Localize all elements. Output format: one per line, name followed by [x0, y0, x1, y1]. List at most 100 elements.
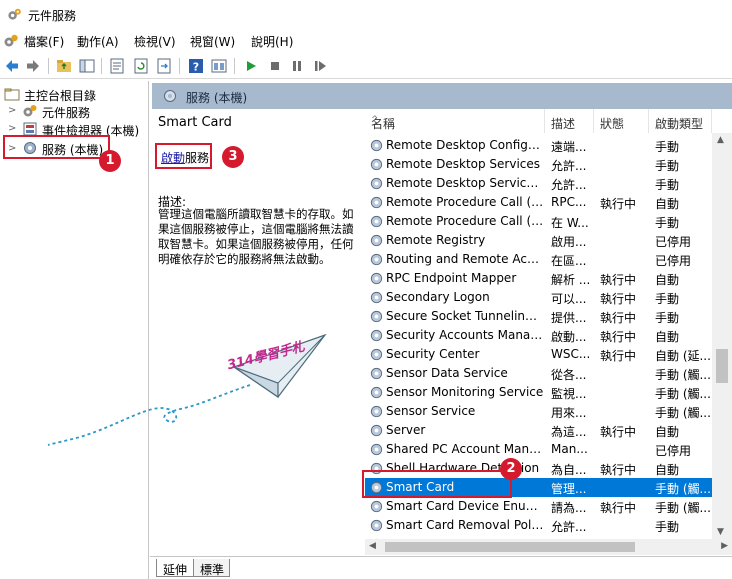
- menu-file[interactable]: 檔案(F): [24, 33, 64, 50]
- console-tree-icon[interactable]: [78, 57, 96, 75]
- description-text: 管理這個電腦所讀取智慧卡的存取。如果這個服務被停止，這個電腦將無法讀取智慧卡。如…: [158, 207, 354, 266]
- up-folder-icon[interactable]: [55, 57, 73, 75]
- service-gear-icon: [370, 272, 383, 285]
- stop-icon[interactable]: [266, 57, 284, 75]
- help-icon[interactable]: ?: [187, 57, 205, 75]
- service-description-cell: 提供...: [551, 311, 587, 325]
- chevron-right-icon[interactable]: >: [8, 143, 16, 154]
- column-header-startup-type[interactable]: 啟動類型: [649, 109, 712, 133]
- table-row[interactable]: Shell Hardware Detection 為自... 執行中 自動: [365, 459, 712, 478]
- pause-icon[interactable]: [288, 57, 306, 75]
- column-header-status[interactable]: 狀態: [594, 109, 649, 133]
- horizontal-scrollbar[interactable]: ◀ ▶: [365, 539, 732, 555]
- table-row[interactable]: Remote Desktop Services 允許... 手動: [365, 155, 712, 174]
- toolbar-separator: [101, 58, 102, 74]
- start-service-suffix: 服務: [185, 151, 210, 165]
- column-header-description[interactable]: 描述: [545, 109, 594, 133]
- horizontal-scroll-thumb[interactable]: [385, 542, 635, 552]
- table-row[interactable]: Remote Desktop Configur... 遠端... 手動: [365, 136, 712, 155]
- start-service-text: 啟動服務: [161, 149, 209, 166]
- service-name-cell: Remote Procedure Call (R...: [386, 214, 544, 228]
- table-row[interactable]: Smart Card 管理... 手動 (觸...: [365, 478, 712, 497]
- table-row[interactable]: Smart Card Removal Policy 允許... 手動: [365, 516, 712, 535]
- service-gear-icon: [370, 291, 383, 304]
- scroll-up-icon[interactable]: ▲: [717, 135, 724, 145]
- chevron-right-icon[interactable]: >: [8, 105, 16, 116]
- service-startup-cell: 手動: [655, 292, 680, 306]
- scroll-left-icon[interactable]: ◀: [369, 541, 376, 551]
- service-status-cell: 執行中: [600, 292, 637, 306]
- view-icon[interactable]: [210, 57, 228, 75]
- service-gear-icon: [370, 405, 383, 418]
- service-name-cell: Security Center: [386, 347, 480, 361]
- table-row[interactable]: Sensor Data Service 從各... 手動 (觸...: [365, 364, 712, 383]
- service-name-cell: Security Accounts Manager: [386, 328, 544, 342]
- tab-extended[interactable]: 延伸: [156, 559, 194, 577]
- service-startup-cell: 手動: [655, 216, 680, 230]
- start-service-link[interactable]: 啟動: [161, 151, 185, 165]
- menu-action[interactable]: 動作(A): [77, 33, 119, 50]
- service-startup-cell: 已停用: [655, 444, 692, 458]
- table-row[interactable]: Security Accounts Manager 啟動... 執行中 自動: [365, 326, 712, 345]
- table-row[interactable]: Secure Socket Tunneling ... 提供... 執行中 手動: [365, 307, 712, 326]
- table-row[interactable]: Shared PC Account Mana... Man... 已停用: [365, 440, 712, 459]
- service-description-cell: 啟動...: [551, 330, 587, 344]
- title-bar: 元件服務: [0, 0, 732, 28]
- table-row[interactable]: Smart Card Device Enume... 請為... 執行中 手動 (觸.…: [365, 497, 712, 516]
- selected-service-name: Smart Card: [158, 115, 232, 130]
- service-description-cell: WSC...: [551, 347, 591, 361]
- table-row[interactable]: Remote Registry 啟用... 已停用: [365, 231, 712, 250]
- restart-icon[interactable]: [311, 57, 329, 75]
- service-description-cell: 解析 ...: [551, 273, 591, 287]
- table-row[interactable]: Server 為這... 執行中 自動: [365, 421, 712, 440]
- svg-text:?: ?: [193, 61, 199, 74]
- table-row[interactable]: Sensor Monitoring Service 監視... 手動 (觸...: [365, 383, 712, 402]
- vertical-scroll-thumb[interactable]: [716, 349, 728, 383]
- service-name-cell: Secure Socket Tunneling ...: [386, 309, 544, 323]
- table-row[interactable]: Remote Desktop Services ... 允許... 手動: [365, 174, 712, 193]
- service-gear-icon: [370, 196, 383, 209]
- table-row[interactable]: Secondary Logon 可以... 執行中 手動: [365, 288, 712, 307]
- service-description-cell: 管理...: [551, 482, 587, 496]
- menu-window[interactable]: 視窗(W): [190, 33, 235, 50]
- service-gear-icon: [370, 500, 383, 513]
- table-row[interactable]: Sensor Service 用來... 手動 (觸...: [365, 402, 712, 421]
- properties-icon[interactable]: [108, 57, 126, 75]
- table-row[interactable]: Remote Procedure Call (R... RPC... 執行中 自動: [365, 193, 712, 212]
- play-icon[interactable]: [242, 57, 260, 75]
- service-gear-icon: [370, 253, 383, 266]
- column-header-name[interactable]: 名稱 ^: [365, 109, 545, 133]
- table-row[interactable]: RPC Endpoint Mapper 解析 ... 執行中 自動: [365, 269, 712, 288]
- service-status-cell: 執行中: [600, 425, 637, 439]
- toolbar-separator: [48, 58, 49, 74]
- refresh-icon[interactable]: [132, 57, 150, 75]
- scroll-right-icon[interactable]: ▶: [721, 541, 728, 551]
- vertical-scrollbar[interactable]: ▲ ▼: [712, 133, 732, 539]
- service-name-cell: RPC Endpoint Mapper: [386, 271, 517, 285]
- service-startup-cell: 手動 (觸...: [655, 368, 711, 382]
- service-startup-cell: 手動: [655, 520, 680, 534]
- tab-standard[interactable]: 標準: [194, 559, 230, 577]
- table-row[interactable]: Security Center WSC... 執行中 自動 (延...: [365, 345, 712, 364]
- scroll-down-icon[interactable]: ▼: [717, 527, 724, 537]
- component-services-icon: [8, 8, 21, 20]
- service-name-cell: Secondary Logon: [386, 290, 490, 304]
- component-services-icon: [23, 105, 37, 117]
- service-gear-icon: [370, 139, 383, 152]
- forward-arrow-icon[interactable]: [24, 57, 42, 75]
- service-startup-cell: 手動: [655, 178, 680, 192]
- table-row[interactable]: Routing and Remote Acc... 在區... 已停用: [365, 250, 712, 269]
- menu-view[interactable]: 檢視(V): [134, 33, 176, 50]
- table-row[interactable]: Remote Procedure Call (R... 在 W... 手動: [365, 212, 712, 231]
- chevron-right-icon[interactable]: >: [8, 123, 16, 134]
- service-startup-cell: 自動: [655, 425, 680, 439]
- back-arrow-icon[interactable]: [3, 57, 21, 75]
- services-gear-icon: [164, 90, 176, 102]
- export-list-icon[interactable]: [155, 57, 173, 75]
- service-description-cell: 在 W...: [551, 216, 589, 230]
- service-status-cell: 執行中: [600, 349, 637, 363]
- app-menu-icon[interactable]: [3, 33, 19, 49]
- menu-help[interactable]: 說明(H): [251, 33, 293, 50]
- service-description-cell: 為自...: [551, 463, 587, 477]
- service-startup-cell: 已停用: [655, 235, 692, 249]
